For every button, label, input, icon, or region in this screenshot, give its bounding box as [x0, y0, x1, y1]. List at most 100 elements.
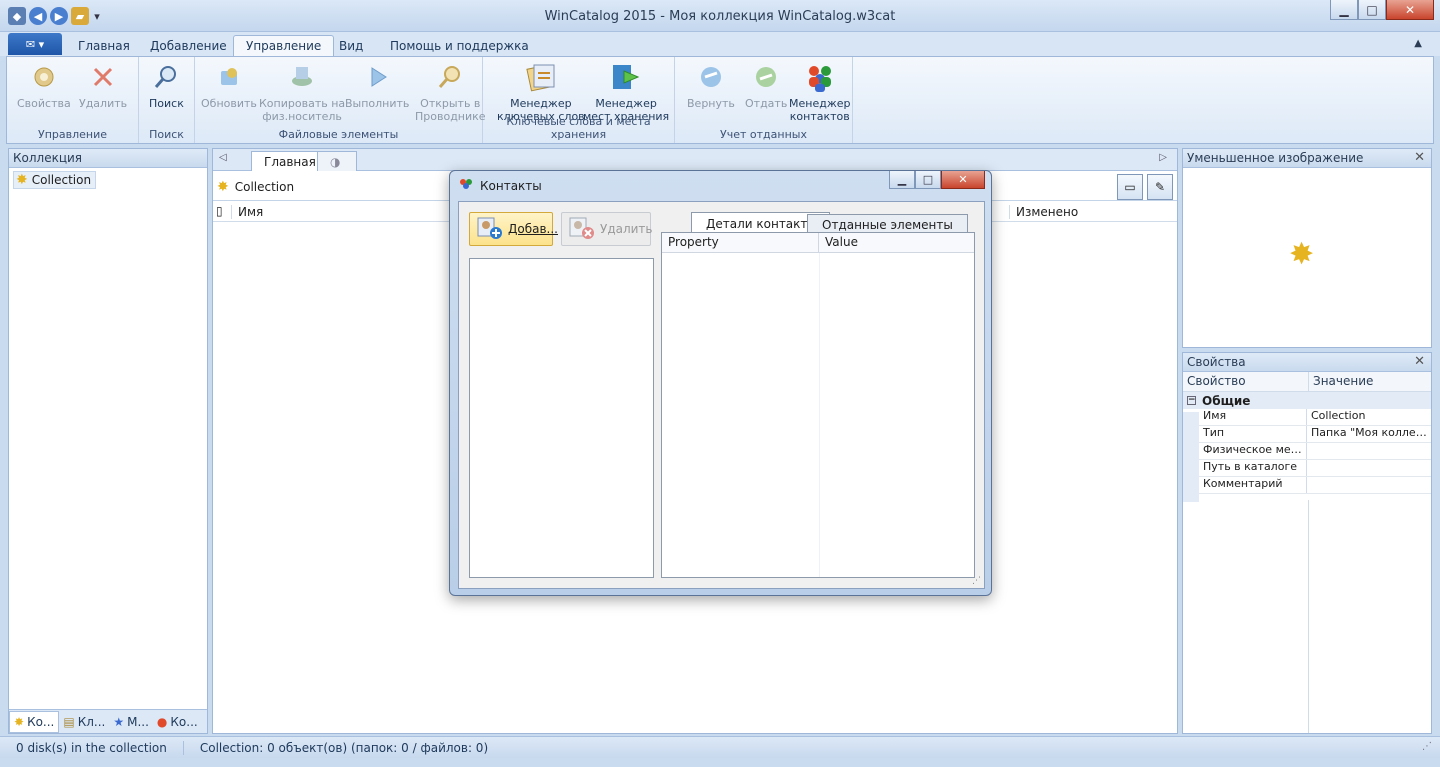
- column-name[interactable]: Имя: [231, 205, 263, 219]
- title-bar: ◆ ◀ ▶ ▰ ▾ WinCatalog 2015 - Моя коллекци…: [0, 0, 1440, 32]
- delete-contact-icon: [568, 216, 596, 243]
- maximize-button[interactable]: □: [1358, 0, 1386, 20]
- group-manage-label: Управление: [37, 128, 107, 141]
- tab-contacts-label: Ко...: [170, 714, 198, 729]
- minimize-button[interactable]: ▁: [1330, 0, 1358, 20]
- dialog-body: Добав... Удалить Детали контакта Отданны…: [458, 201, 985, 589]
- column-grid-property[interactable]: Property: [662, 233, 819, 252]
- copy-to-media-button[interactable]: Копировать на физ.носитель: [259, 61, 345, 123]
- collection-panel: Коллекция ✸ Collection ✸ Ко... ▤ Кл... ★ М.…: [8, 148, 208, 734]
- delete-button[interactable]: Удалить: [79, 61, 127, 110]
- property-row[interactable]: Физическое мес...: [1199, 443, 1431, 460]
- star-icon: ✸: [217, 178, 229, 195]
- column-property[interactable]: Свойство: [1183, 372, 1309, 391]
- property-row[interactable]: Имя Collection: [1199, 409, 1431, 426]
- column-value[interactable]: Значение: [1309, 372, 1377, 391]
- contacts-label-line2: контактов: [789, 110, 850, 123]
- contacts-manager-button[interactable]: Менеджер контактов: [789, 61, 850, 123]
- column-grid-value[interactable]: Value: [819, 233, 974, 252]
- tab-locations-label: М...: [127, 714, 149, 729]
- group-search: Поиск Поиск: [139, 57, 195, 143]
- application-menu-button[interactable]: ✉ ▾: [8, 33, 62, 55]
- group-loans-label: Учет отданных: [720, 128, 807, 141]
- tab-collection[interactable]: ✸ Ко...: [9, 710, 60, 733]
- refresh-button[interactable]: Обновить: [201, 61, 257, 110]
- tab-scroll-right-icon[interactable]: ▷: [1159, 152, 1167, 163]
- property-indent: [1183, 412, 1199, 502]
- property-row[interactable]: Путь в каталоге: [1199, 460, 1431, 477]
- tab-manage[interactable]: Управление: [233, 35, 335, 56]
- tab-add[interactable]: Добавление: [138, 35, 239, 56]
- property-row[interactable]: Тип Папка "Моя коллекц...: [1199, 426, 1431, 443]
- collapse-icon[interactable]: −: [1187, 396, 1196, 405]
- status-bar: 0 disk(s) in the collection Collection: …: [0, 736, 1440, 758]
- dialog-title: Контакты: [480, 178, 542, 193]
- storage-manager-button[interactable]: Менеджер мест хранения: [583, 61, 669, 123]
- return-button[interactable]: Вернуть: [687, 61, 735, 110]
- close-button[interactable]: ✕: [1386, 0, 1434, 20]
- run-button[interactable]: Выполнить: [345, 61, 409, 110]
- tree-item-label: Collection: [31, 173, 92, 187]
- contacts-dialog: Контакты ▁ □ ✕ Добав... Удалить Детали к…: [449, 170, 992, 596]
- tab-lent-items[interactable]: Отданные элементы: [807, 214, 968, 234]
- property-group-general[interactable]: − Общие: [1183, 392, 1431, 409]
- star-icon: ✸: [16, 172, 28, 188]
- tab-home[interactable]: Главная: [66, 35, 142, 56]
- dialog-close-button[interactable]: ✕: [941, 171, 985, 189]
- dialog-window-controls: ▁ □ ✕: [889, 171, 985, 189]
- view-mode-button[interactable]: ▭: [1117, 174, 1143, 200]
- contacts-list[interactable]: [469, 258, 654, 578]
- tab-keywords-label: Кл...: [77, 714, 106, 729]
- property-key: Тип: [1199, 426, 1307, 442]
- open-label-line1: Открыть в: [420, 97, 481, 110]
- storage-label-line1: Менеджер: [595, 97, 657, 110]
- open-in-explorer-button[interactable]: Открыть в Проводнике: [415, 61, 486, 123]
- column-modified[interactable]: Изменено: [1009, 205, 1078, 219]
- resize-grip-icon[interactable]: ⋰: [1422, 741, 1432, 752]
- app-menu-chevron: ▾: [38, 37, 45, 51]
- close-icon[interactable]: ✕: [1414, 150, 1425, 165]
- storage-manager-icon: [610, 61, 642, 93]
- tab-help[interactable]: Помощь и поддержка: [378, 35, 541, 56]
- properties-button[interactable]: Свойства: [17, 61, 71, 110]
- keyword-manager-button[interactable]: Менеджер ключевых слов: [497, 61, 585, 123]
- group-keywords: Менеджер ключевых слов Менеджер мест хра…: [483, 57, 675, 143]
- delete-contact-button[interactable]: Удалить: [561, 212, 653, 246]
- property-row[interactable]: Комментарий: [1199, 477, 1431, 494]
- status-disks: 0 disk(s) in the collection: [0, 740, 184, 755]
- lend-icon: [750, 61, 782, 93]
- property-value: Папка "Моя коллекц...: [1311, 426, 1431, 439]
- search-button[interactable]: Поиск: [149, 61, 184, 110]
- group-keywords-label: Ключевые слова и места хранения: [506, 115, 651, 141]
- new-tab-button[interactable]: ◑: [317, 151, 357, 171]
- contacts-icon: [458, 177, 474, 194]
- tab-locations[interactable]: ★ М...: [109, 711, 153, 733]
- resize-grip-icon[interactable]: ⋰: [972, 576, 981, 586]
- contacts-icon: ●: [156, 714, 168, 729]
- tab-scroll-left-icon[interactable]: ◁: [219, 152, 227, 163]
- close-icon[interactable]: ✕: [1414, 354, 1425, 369]
- lend-button[interactable]: Отдать: [745, 61, 787, 110]
- delete-label: Удалить: [79, 97, 128, 110]
- tab-contacts[interactable]: ● Ко...: [153, 711, 202, 733]
- tab-keywords[interactable]: ▤ Кл...: [59, 711, 109, 733]
- status-summary: Collection: 0 объект(ов) (папок: 0 / фай…: [199, 740, 489, 755]
- preview-button[interactable]: ✎: [1147, 174, 1173, 200]
- property-key: Комментарий: [1199, 477, 1307, 493]
- file-icon: ▯: [216, 204, 223, 218]
- tree-item-collection[interactable]: ✸ Collection: [13, 171, 97, 189]
- thumbnail-panel: Уменьшенное изображение ✕ ✸: [1182, 148, 1432, 348]
- group-manage: Свойства Удалить Управление: [7, 57, 139, 143]
- dialog-maximize-button[interactable]: □: [915, 171, 941, 189]
- window-controls: ▁ □ ✕: [1330, 0, 1434, 20]
- add-contact-button[interactable]: Добав...: [469, 212, 558, 246]
- left-panel-tabs: ✸ Ко... ▤ Кл... ★ М... ● Ко...: [9, 709, 207, 733]
- property-value: [1307, 460, 1431, 476]
- breadcrumb-label: Collection: [234, 179, 295, 194]
- keyword-manager-icon: [525, 61, 557, 93]
- ribbon-collapse-icon[interactable]: ▲: [1414, 38, 1422, 49]
- tab-view[interactable]: Вид: [327, 35, 375, 56]
- thumbnail-star-icon: ✸: [1289, 237, 1315, 272]
- window-title: WinCatalog 2015 - Моя коллекция WinCatal…: [544, 9, 896, 24]
- dialog-minimize-button[interactable]: ▁: [889, 171, 915, 189]
